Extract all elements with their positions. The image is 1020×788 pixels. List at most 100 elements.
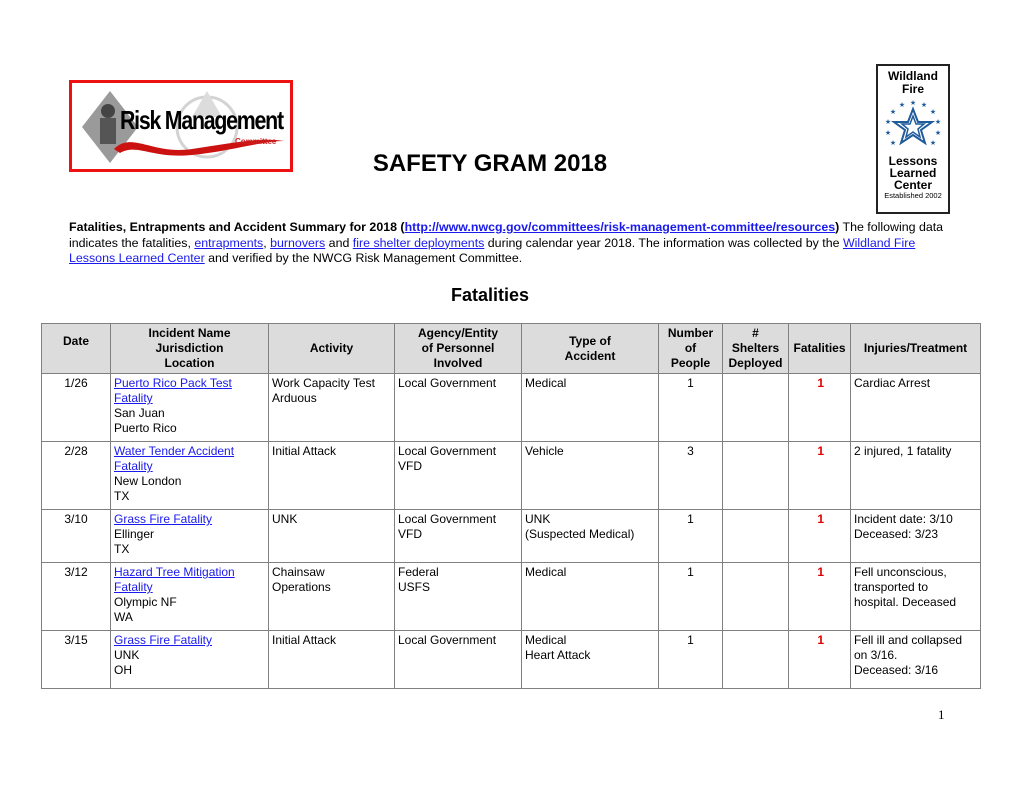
table-row: 3/12 Hazard Tree Mitigation Fatality Olymp…: [41, 562, 981, 631]
rm-logo-subtitle: Committee: [235, 137, 277, 146]
cell-people: 1: [658, 509, 723, 563]
intro-text-3: during calendar year 2018. The informati…: [484, 235, 843, 250]
svg-text:★: ★: [935, 129, 941, 137]
llc-logo-line2: Fire: [901, 82, 924, 96]
cell-people: 1: [658, 630, 723, 689]
cell-agency: Local Government: [394, 630, 522, 689]
table-header-row: Date Incident Name Jurisdiction Location A…: [41, 323, 981, 374]
cell-shelters: [722, 562, 789, 631]
svg-text:★: ★: [921, 101, 927, 109]
cell-type: Medical: [521, 562, 659, 631]
location: WA: [114, 610, 133, 624]
header-shelters: # Shelters Deployed: [722, 323, 789, 374]
intro-bold-lead: Fatalities, Entrapments and Accident Sum…: [69, 220, 405, 234]
incident-link[interactable]: Grass Fire Fatality: [114, 633, 212, 647]
cell-type: Medical: [521, 373, 659, 442]
svg-text:★: ★: [930, 139, 936, 147]
burnovers-link[interactable]: burnovers: [270, 236, 325, 250]
cell-shelters: [722, 441, 789, 510]
intro-text-2: and: [325, 235, 353, 250]
rm-logo-title: Risk Management: [120, 105, 284, 135]
cell-activity: Initial Attack: [268, 630, 395, 689]
cell-date: 3/15: [41, 630, 111, 689]
cell-fatalities: 1: [788, 441, 851, 510]
cell-shelters: [722, 373, 789, 442]
cell-fatalities: 1: [788, 509, 851, 563]
table-row: 3/15 Grass Fire Fatality UNK OH Initial Atta…: [41, 630, 981, 689]
svg-text:★: ★: [890, 139, 896, 147]
intro-text-4: and verified by the NWCG Risk Management…: [204, 251, 523, 265]
cell-type: UNK (Suspected Medical): [521, 509, 659, 563]
cell-people: 1: [658, 562, 723, 631]
cell-agency: Local Government: [394, 373, 522, 442]
intro-paragraph: Fatalities, Entrapments and Accident Sum…: [69, 220, 949, 267]
jurisdiction: San Juan: [114, 406, 165, 420]
jurisdiction: UNK: [114, 648, 140, 662]
entrapments-link[interactable]: entrapments: [194, 236, 263, 250]
cell-agency: Local Government VFD: [394, 509, 522, 563]
cell-people: 3: [658, 441, 723, 510]
svg-text:★: ★: [885, 129, 891, 137]
cell-injuries: 2 injured, 1 fatality: [850, 441, 981, 510]
table-row: 3/10 Grass Fire Fatality Ellinger TX UNK Loca…: [41, 509, 981, 563]
incident-link[interactable]: Grass Fire Fatality: [114, 512, 212, 526]
nwcg-resources-link[interactable]: http://www.nwcg.gov/committees/risk-mana…: [405, 220, 836, 234]
cell-type: Vehicle: [521, 441, 659, 510]
lessons-learned-center-logo: Wildland Fire ★ ★ ★ ★ ★ ★ ★ ★ ★ ★ ★ Less…: [876, 64, 950, 214]
cell-date: 1/26: [41, 373, 111, 442]
svg-text:★: ★: [890, 108, 896, 116]
location: TX: [114, 489, 130, 503]
cell-activity: Chainsaw Operations: [268, 562, 395, 631]
page-title: SAFETY GRAM 2018: [372, 150, 608, 177]
header-injuries: Injuries/Treatment: [850, 323, 981, 374]
llc-logo-established: Established 2002: [884, 191, 942, 200]
section-title-fatalities: Fatalities: [450, 285, 530, 305]
cell-injuries: Incident date: 3/10 Deceased: 3/23: [850, 509, 981, 563]
header-activity: Activity: [268, 323, 395, 374]
fire-shelter-deployments-link[interactable]: fire shelter deployments: [353, 236, 485, 250]
header-agency: Agency/Entity of Personnel Involved: [394, 323, 522, 374]
cell-activity: UNK: [268, 509, 395, 563]
cell-incident: Grass Fire Fatality Ellinger TX: [110, 509, 269, 563]
cell-incident: Water Tender Accident Fatality New London…: [110, 441, 269, 510]
header-people: Number of People: [658, 323, 723, 374]
cell-agency: Federal USFS: [394, 562, 522, 631]
location: OH: [114, 663, 132, 677]
cell-incident: Hazard Tree Mitigation Fatality Olympic N…: [110, 562, 269, 631]
table-row: 2/28 Water Tender Accident Fatality New Lo…: [41, 441, 981, 510]
jurisdiction: Ellinger: [114, 527, 155, 541]
cell-activity: Initial Attack: [268, 441, 395, 510]
svg-text:★: ★: [935, 118, 941, 126]
cell-shelters: [722, 509, 789, 563]
svg-text:★: ★: [885, 118, 891, 126]
header-fatalities: Fatalities: [788, 323, 851, 374]
jurisdiction: Olympic NF: [114, 595, 177, 609]
header-type: Type of Accident: [521, 323, 659, 374]
cell-agency: Local Government VFD: [394, 441, 522, 510]
cell-fatalities: 1: [788, 630, 851, 689]
cell-type: Medical Heart Attack: [521, 630, 659, 689]
cell-date: 3/10: [41, 509, 111, 563]
incident-link[interactable]: Hazard Tree Mitigation Fatality: [114, 565, 235, 594]
cell-activity: Work Capacity Test Arduous: [268, 373, 395, 442]
location: TX: [114, 542, 130, 556]
header-incident: Incident Name Jurisdiction Location: [110, 323, 269, 374]
fatalities-table: Date Incident Name Jurisdiction Location A…: [41, 323, 981, 689]
incident-link[interactable]: Water Tender Accident Fatality: [114, 444, 234, 473]
cell-date: 2/28: [41, 441, 111, 510]
cell-date: 3/12: [41, 562, 111, 631]
star-ring-icon: ★ ★ ★ ★ ★ ★ ★ ★ ★ ★ ★: [885, 99, 941, 147]
cell-incident: Grass Fire Fatality UNK OH: [110, 630, 269, 689]
incident-link[interactable]: Puerto Rico Pack Test Fatality: [114, 376, 232, 405]
cell-injuries: Fell unconscious, transported to hospital.…: [850, 562, 981, 631]
table-row: 1/26 Puerto Rico Pack Test Fatality San Ju…: [41, 373, 981, 442]
location: Puerto Rico: [114, 421, 177, 435]
llc-logo-line5: Center: [893, 178, 932, 192]
page-number: 1: [938, 707, 945, 722]
svg-text:★: ★: [930, 108, 936, 116]
header-date: Date: [41, 323, 111, 374]
cell-fatalities: 1: [788, 562, 851, 631]
svg-text:★: ★: [899, 101, 905, 109]
cell-shelters: [722, 630, 789, 689]
svg-text:★: ★: [910, 99, 916, 107]
